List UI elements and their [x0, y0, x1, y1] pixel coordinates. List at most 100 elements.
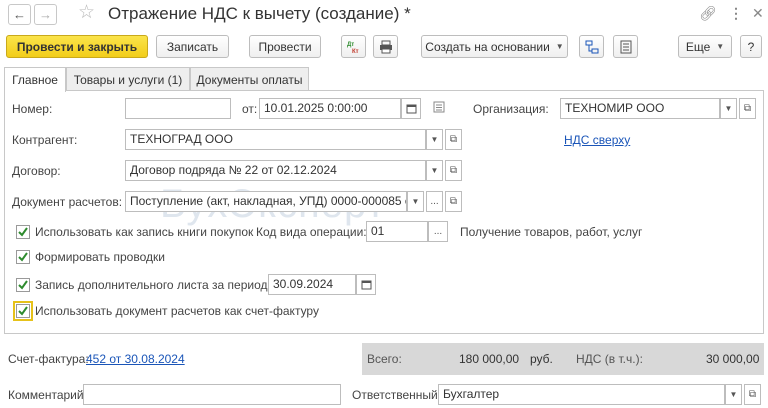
total-label: Всего: [367, 352, 402, 366]
counterparty-dropdown[interactable]: ▼ [426, 129, 443, 150]
extra-sheet-label[interactable]: Запись дополнительного листа за период: [35, 278, 271, 292]
tab-main[interactable]: Главное [4, 67, 66, 92]
arrow-right-icon: → [39, 7, 52, 22]
date-field[interactable]: 10.01.2025 0:00:00 [259, 98, 401, 119]
organization-label: Организация: [473, 102, 549, 116]
operation-code-description: Получение товаров, работ, услуг [460, 225, 643, 239]
reports-button[interactable] [613, 35, 638, 58]
open-window-icon: ⧉ [748, 389, 757, 400]
favorite-star-icon[interactable]: ☆ [78, 2, 95, 24]
vat-on-top-link[interactable]: НДС сверху [564, 133, 630, 147]
ellipsis-icon: ... [430, 196, 439, 207]
settlement-doc-field[interactable]: Поступление (акт, накладная, УПД) 0000-0… [125, 191, 407, 212]
save-button[interactable]: Записать [156, 35, 229, 58]
checkmark-icon [18, 227, 28, 237]
checkmark-icon [18, 252, 28, 262]
use-purchase-book-label[interactable]: Использовать как запись книги покупок [35, 225, 253, 239]
counterparty-label: Контрагент: [12, 133, 78, 147]
responsible-dropdown[interactable]: ▼ [725, 384, 742, 405]
contract-label: Договор: [12, 164, 61, 178]
chevron-down-icon: ▼ [430, 135, 439, 144]
structure-button[interactable] [579, 35, 604, 58]
hierarchy-icon [585, 40, 598, 53]
printer-icon [379, 40, 392, 53]
operation-code-label: Код вида операции: [256, 225, 367, 239]
use-as-invoice-checkbox[interactable] [13, 301, 33, 321]
number-field[interactable] [125, 98, 231, 119]
counterparty-field[interactable]: ТЕХНОГРАД ООО [125, 129, 426, 150]
print-button[interactable] [373, 35, 398, 58]
totals-panel [362, 343, 764, 375]
checkmark-icon [18, 306, 28, 316]
organization-dropdown[interactable]: ▼ [720, 98, 737, 119]
comment-label: Комментарий: [8, 388, 87, 402]
link-icon[interactable]: 🔗︎ [699, 5, 717, 22]
back-button[interactable]: ← [8, 4, 31, 25]
comment-field[interactable] [83, 384, 341, 405]
operation-code-select-button[interactable]: ... [428, 221, 448, 242]
invoice-label: Счет-фактура: [8, 352, 89, 366]
organization-field[interactable]: ТЕХНОМИР ООО [560, 98, 720, 119]
vat-value: 30 000,00 [706, 352, 760, 366]
make-entries-checkbox[interactable] [16, 250, 30, 264]
chevron-down-icon: ▼ [724, 104, 733, 113]
post-and-close-button[interactable]: Провести и закрыть [6, 35, 148, 58]
extra-sheet-date-field[interactable]: 30.09.2024 [268, 274, 356, 295]
help-button[interactable]: ? [740, 35, 762, 58]
make-entries-label[interactable]: Формировать проводки [35, 250, 165, 264]
calendar-button[interactable] [401, 98, 421, 119]
ellipsis-icon: ... [433, 226, 443, 237]
extra-sheet-calendar-button[interactable] [356, 274, 376, 295]
chevron-down-icon: ▼ [430, 166, 439, 175]
chevron-down-icon: ▼ [555, 42, 564, 51]
responsible-field[interactable]: Бухгалтер [438, 384, 725, 405]
comment-list-icon[interactable] [433, 101, 445, 116]
responsible-open-button[interactable]: ⧉ [744, 384, 761, 405]
settlement-doc-label: Документ расчетов: [12, 195, 123, 209]
svg-text:Кт: Кт [352, 49, 359, 55]
total-value: 180 000,00 [459, 352, 520, 366]
invoice-link[interactable]: 452 от 30.08.2024 [86, 352, 185, 366]
settlement-doc-select-button[interactable]: ... [426, 191, 443, 212]
close-icon[interactable]: ✕ [752, 5, 764, 22]
tab-payment-docs[interactable]: Документы оплаты [190, 67, 309, 91]
organization-open-button[interactable]: ⧉ [739, 98, 756, 119]
extra-sheet-checkbox[interactable] [16, 278, 30, 292]
chevron-down-icon: ▼ [411, 197, 420, 206]
svg-text:Дт: Дт [347, 42, 354, 48]
help-icon: ? [747, 39, 755, 54]
calendar-icon [406, 104, 416, 114]
currency-label: руб. [530, 352, 553, 366]
contract-dropdown[interactable]: ▼ [426, 160, 443, 181]
dt-kt-report-button[interactable]: Дт Кт [341, 35, 366, 58]
checkmark-icon [18, 280, 28, 290]
settlement-doc-dropdown[interactable]: ▼ [407, 191, 424, 212]
use-purchase-book-checkbox[interactable] [16, 225, 30, 239]
contract-field[interactable]: Договор подряда № 22 от 02.12.2024 [125, 160, 426, 181]
arrow-left-icon: ← [13, 7, 26, 22]
counterparty-open-button[interactable]: ⧉ [445, 129, 462, 150]
more-button[interactable]: Еще ▼ [678, 35, 732, 58]
chevron-down-icon: ▼ [716, 42, 725, 51]
use-as-invoice-label[interactable]: Использовать документ расчетов как счет-… [35, 304, 319, 318]
forward-button[interactable]: → [34, 4, 57, 25]
operation-code-field[interactable]: 01 [366, 221, 428, 242]
post-button[interactable]: Провести [249, 35, 321, 58]
document-list-icon [620, 40, 631, 53]
settlement-doc-open-button[interactable]: ⧉ [445, 191, 462, 212]
number-label: Номер: [12, 102, 53, 116]
open-window-icon: ⧉ [743, 103, 752, 114]
contract-open-button[interactable]: ⧉ [445, 160, 462, 181]
page-title: Отражение НДС к вычету (создание) * [108, 4, 411, 23]
vat-label: НДС (в т.ч.): [576, 352, 643, 366]
create-based-on-button[interactable]: Создать на основании ▼ [421, 35, 568, 58]
chevron-down-icon: ▼ [729, 390, 738, 399]
more-vertical-icon[interactable]: ⋮ [729, 5, 743, 22]
open-window-icon: ⧉ [449, 165, 458, 176]
open-window-icon: ⧉ [449, 196, 458, 207]
dt-kt-icon: Дт Кт [347, 42, 359, 55]
open-window-icon: ⧉ [449, 134, 458, 145]
tab-goods-services[interactable]: Товары и услуги (1) [66, 67, 190, 91]
calendar-icon [361, 280, 371, 290]
responsible-label: Ответственный: [352, 388, 442, 402]
